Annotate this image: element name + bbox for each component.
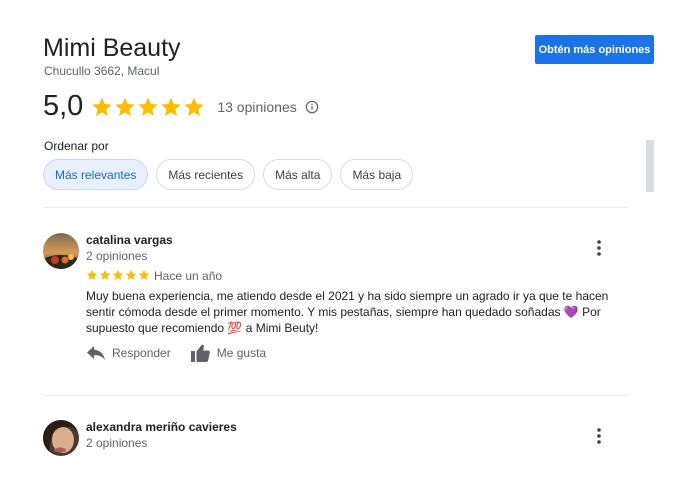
more-options-icon[interactable]	[593, 426, 605, 446]
business-address: Chucullo 3662, Macul	[44, 64, 160, 78]
star-icon	[115, 97, 135, 116]
more-options-icon[interactable]	[593, 238, 605, 258]
reply-icon	[87, 346, 105, 360]
scrollbar-thumb[interactable]	[646, 140, 654, 192]
sort-chip-highest[interactable]: Más alta	[263, 159, 333, 190]
star-icon	[184, 97, 204, 116]
avatar[interactable]	[43, 420, 79, 456]
divider	[43, 395, 628, 396]
star-icon	[161, 97, 181, 116]
reply-button[interactable]: Responder	[87, 346, 171, 360]
review-item: catalina vargas 2 opiniones Hace un año …	[43, 233, 628, 373]
rating-value: 5,0	[43, 90, 84, 122]
star-icon	[99, 269, 111, 280]
like-button[interactable]: Me gusta	[190, 344, 267, 362]
get-more-reviews-button[interactable]: Obtén más opiniones	[535, 35, 654, 64]
star-icon	[86, 269, 98, 280]
sort-chip-most-relevant[interactable]: Más relevantes	[43, 159, 149, 190]
review-stars	[86, 269, 150, 281]
thumbs-up-icon	[190, 344, 210, 362]
sort-chip-newest[interactable]: Más recientes	[156, 159, 256, 190]
star-icon	[112, 269, 124, 280]
star-icon	[92, 97, 112, 116]
star-icon	[125, 269, 137, 280]
avatar[interactable]	[43, 233, 79, 269]
reviewer-review-count: 2 opiniones	[86, 436, 148, 450]
sort-chip-lowest[interactable]: Más baja	[340, 159, 414, 190]
reviewer-name[interactable]: alexandra meriño cavieres	[86, 420, 237, 434]
reviewer-name[interactable]: catalina vargas	[86, 233, 173, 247]
sort-label: Ordenar por	[44, 139, 109, 153]
rating-stars	[91, 96, 205, 118]
rating-summary: 5,0 13 opiniones	[43, 90, 319, 123]
review-count: 13 opiniones	[217, 98, 297, 115]
like-label: Me gusta	[216, 346, 267, 360]
info-icon[interactable]	[305, 100, 319, 114]
business-name: Mimi Beauty	[43, 34, 181, 62]
review-item: alexandra meriño cavieres 2 opiniones	[43, 420, 628, 456]
review-text: Muy buena experiencia, me atiendo desde …	[86, 289, 609, 335]
reviewer-review-count: 2 opiniones	[86, 249, 148, 263]
reply-label: Responder	[112, 346, 171, 360]
star-icon	[138, 97, 158, 116]
review-time: Hace un año	[154, 269, 223, 283]
review-actions: Responder Me gusta	[87, 344, 266, 362]
star-icon	[138, 269, 150, 280]
sort-chips: Más relevantes Más recientes Más alta Má…	[43, 159, 414, 190]
divider	[43, 207, 628, 208]
